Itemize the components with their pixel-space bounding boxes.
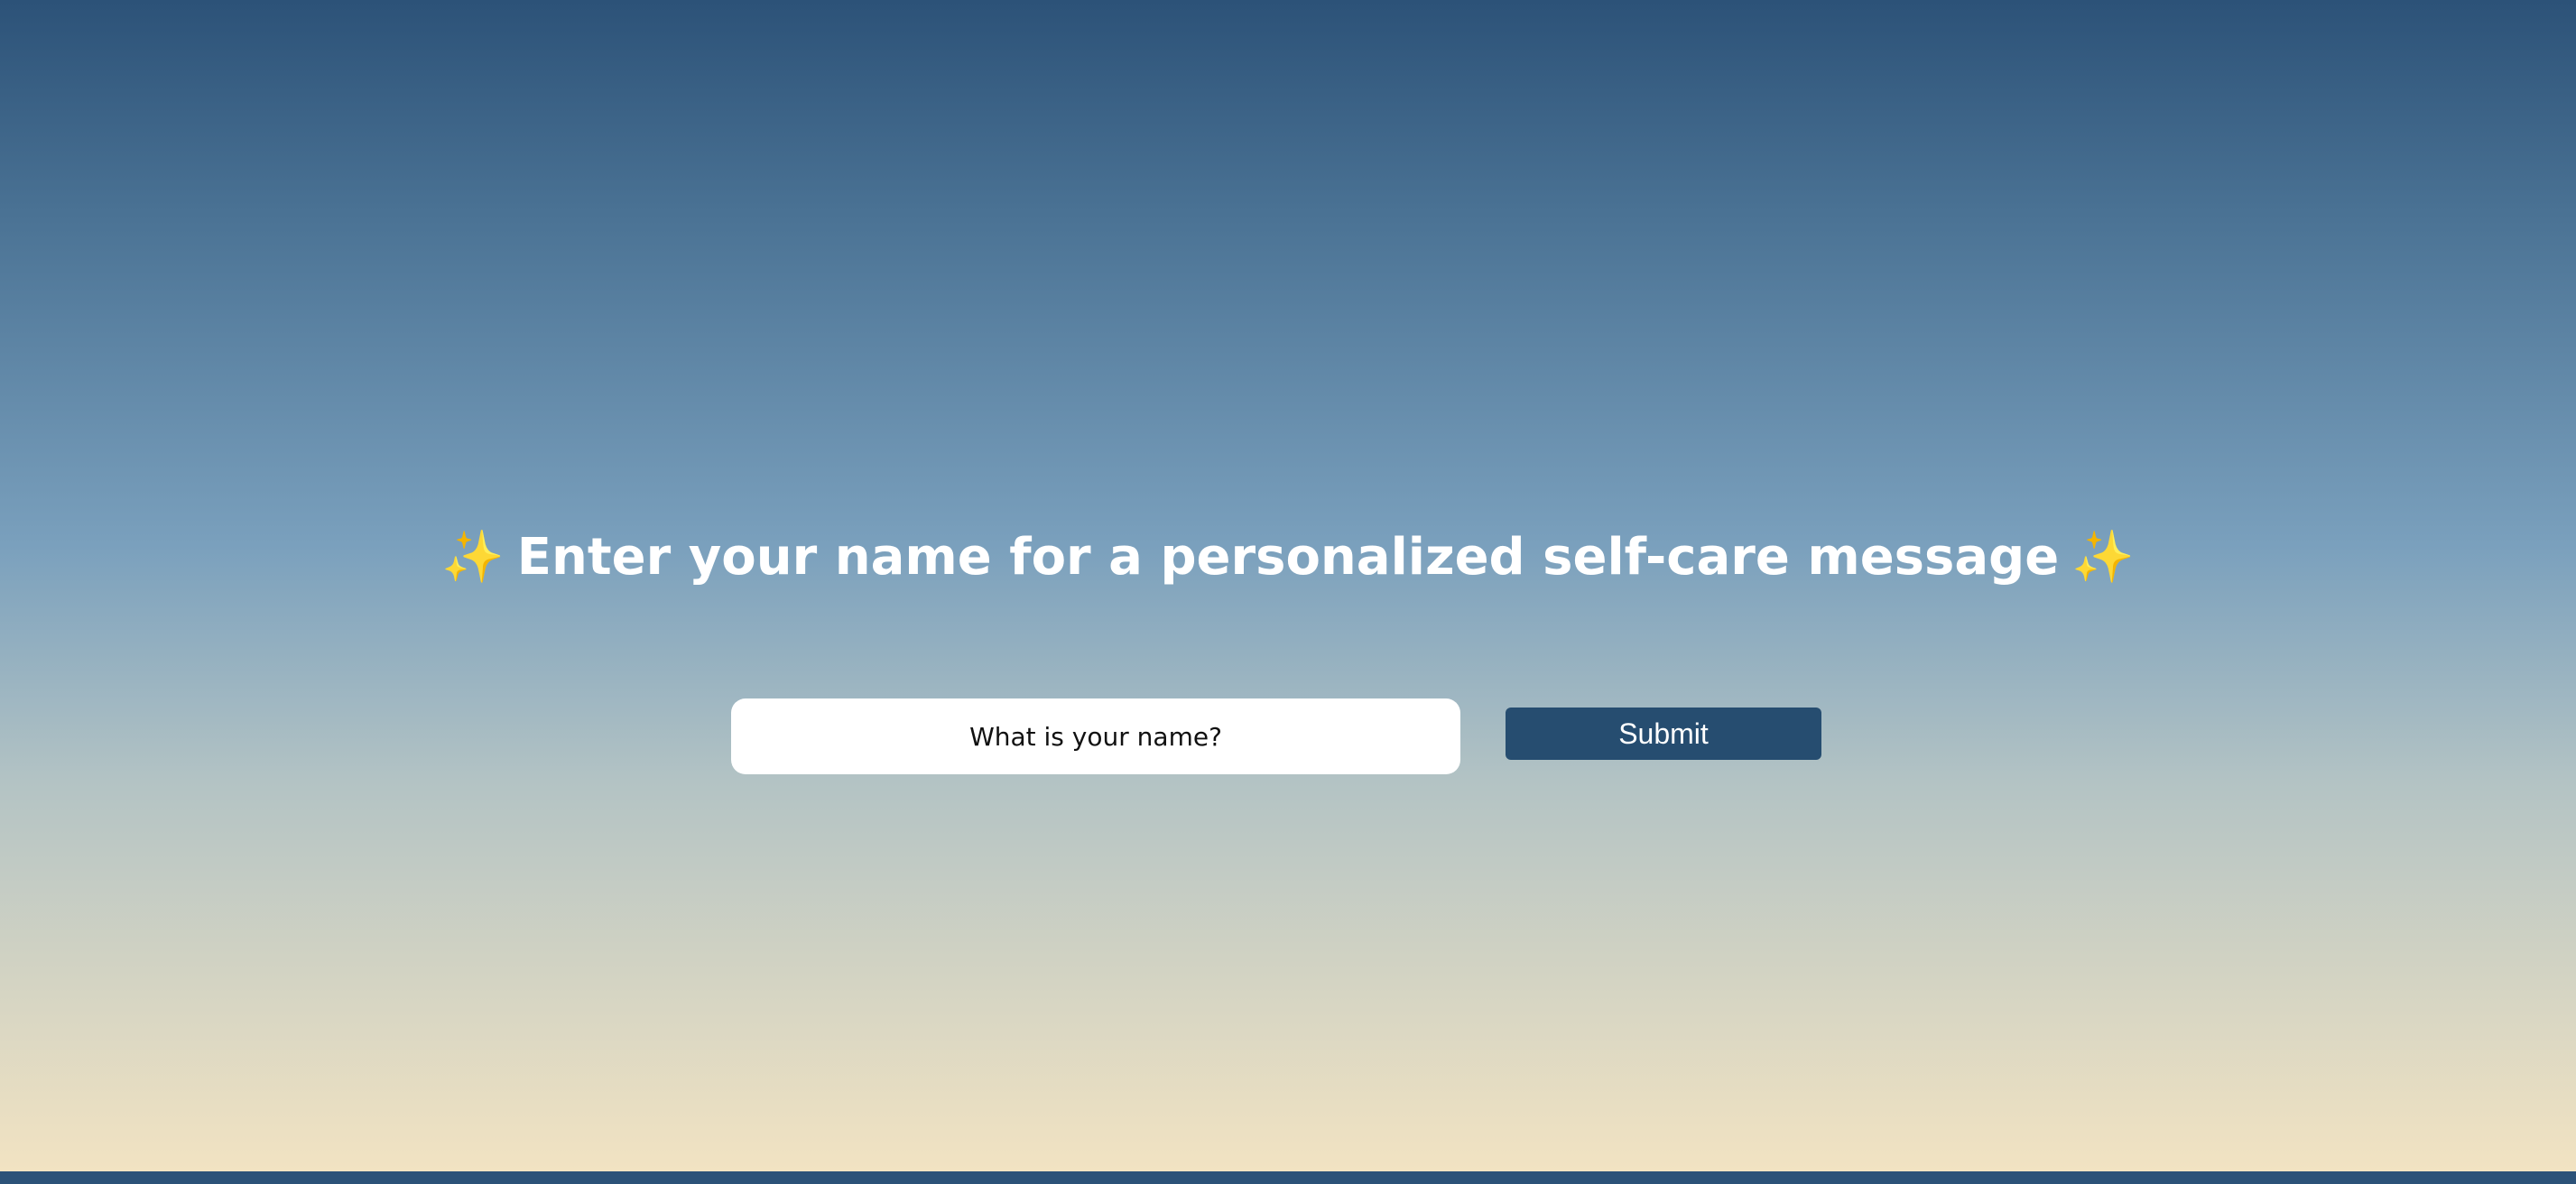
heading-text: Enter your name for a personalized self-…: [516, 528, 2060, 587]
name-input[interactable]: [731, 698, 1460, 774]
sparkles-icon: ✨: [2071, 528, 2135, 587]
submit-button[interactable]: Submit: [1506, 708, 1821, 760]
sparkles-icon: ✨: [441, 528, 505, 587]
page-heading: ✨ Enter your name for a personalized self…: [0, 523, 2576, 592]
bottom-bar: [0, 1171, 2576, 1184]
